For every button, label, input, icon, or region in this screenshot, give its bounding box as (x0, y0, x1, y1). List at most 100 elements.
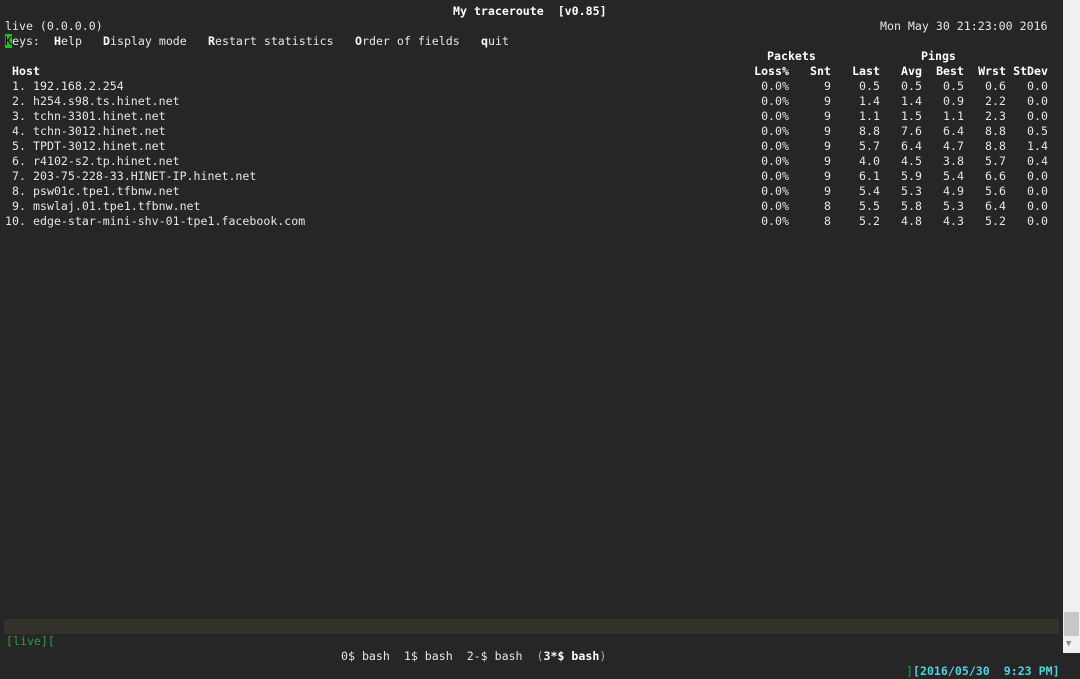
active-window[interactable]: 3*$ bash (543, 649, 599, 663)
column-header-loss-pct[interactable]: Loss% (754, 64, 789, 79)
column-header-last[interactable]: Last (852, 64, 880, 79)
hop-stat-last: 6.1 (859, 169, 880, 183)
hop-number: 4. (12, 124, 26, 138)
keys-label: eys: (11, 34, 40, 48)
key-label: uit (487, 34, 509, 48)
hop-stat-wrst: 5.7 (985, 154, 1006, 168)
hop-host[interactable]: TPDT-3012.hinet.net (33, 139, 166, 154)
scrollbar-thumb[interactable] (1064, 612, 1079, 636)
key-letter: H (54, 34, 61, 48)
hop-stat-loss-pct: 0.0% (761, 139, 789, 153)
column-header-wrst[interactable]: Wrst (978, 64, 1006, 79)
scroll-down-arrow-icon[interactable]: ▼ (1066, 639, 1071, 649)
key-letter: D (103, 34, 110, 48)
hop-host[interactable]: psw01c.tpe1.tfbnw.net (33, 184, 180, 199)
column-header-best[interactable]: Best (936, 64, 964, 79)
hop-host[interactable]: h254.s98.ts.hinet.net (33, 94, 180, 109)
hop-stat-avg: 5.3 (901, 184, 922, 198)
hop-stat-loss-pct: 0.0% (761, 154, 789, 168)
key-letter: R (208, 34, 215, 48)
hop-stat-best: 6.4 (943, 124, 964, 138)
key-h[interactable]: Help (54, 34, 82, 49)
hop-stat-last: 1.4 (859, 94, 880, 108)
session-name[interactable]: [live][ (6, 634, 55, 649)
hop-stat-wrst: 5.6 (985, 184, 1006, 198)
hop-stat-stdev: 0.5 (1027, 124, 1048, 138)
hop-stat-best: 5.4 (943, 169, 964, 183)
hop-host[interactable]: r4102-s2.tp.hinet.net (33, 154, 180, 169)
hop-stat-avg: 4.8 (901, 214, 922, 228)
hop-stat-snt: 8 (824, 214, 831, 228)
hop-stat-snt: 9 (824, 109, 831, 123)
key-o[interactable]: Order of fields (355, 34, 460, 49)
hop-stat-stdev: 1.4 (1027, 139, 1048, 153)
hop-host[interactable]: 192.168.2.254 (33, 79, 124, 94)
host-header: Host (12, 64, 40, 78)
hop-number: 1. (12, 79, 26, 93)
column-header-avg[interactable]: Avg (901, 64, 922, 79)
pings-header: Pings (921, 49, 956, 63)
hop-stat-snt: 9 (824, 184, 831, 198)
hop-stat-wrst: 2.2 (985, 94, 1006, 108)
key-label: estart statistics (214, 34, 334, 48)
hop-stat-wrst: 6.6 (985, 169, 1006, 183)
key-q[interactable]: quit (481, 34, 509, 49)
hop-number: 6. (12, 154, 26, 168)
key-r[interactable]: Restart statistics (208, 34, 334, 49)
hop-number: 5. (12, 139, 26, 153)
hop-stat-stdev: 0.0 (1027, 184, 1048, 198)
hop-host[interactable]: tchn-3012.hinet.net (33, 124, 166, 139)
hop-stat-last: 1.1 (859, 109, 880, 123)
hop-stat-last: 5.7 (859, 139, 880, 153)
window-tab[interactable]: 2-$ bash (467, 649, 523, 663)
hop-stat-last: 4.0 (859, 154, 880, 168)
hop-host[interactable]: edge-star-mini-shv-01-tpe1.facebook.com (33, 214, 305, 229)
hop-host[interactable]: tchn-3301.hinet.net (33, 109, 166, 124)
hop-host[interactable]: mswlaj.01.tpe1.tfbnw.net (33, 199, 201, 214)
clock: ][2016/05/30 9:23 PM] (906, 664, 1060, 678)
hop-number: 10. (5, 214, 26, 228)
hop-stat-loss-pct: 0.0% (761, 79, 789, 93)
hop-stat-loss-pct: 0.0% (761, 199, 789, 213)
hop-number: 2. (12, 94, 26, 108)
hop-stat-stdev: 0.0 (1027, 94, 1048, 108)
hop-stat-best: 5.3 (943, 199, 964, 213)
hop-stat-last: 0.5 (859, 79, 880, 93)
hop-stat-snt: 9 (824, 139, 831, 153)
hop-stat-best: 4.9 (943, 184, 964, 198)
tmux-status-bar: [live][ 0$ bash 1$ bash 2-$ bash (3*$ ba… (4, 619, 1060, 678)
key-letter: q (481, 34, 488, 48)
hop-number: 8. (12, 184, 26, 198)
key-label: elp (60, 34, 82, 48)
key-label: isplay mode (109, 34, 187, 48)
hop-stat-best: 0.5 (943, 79, 964, 93)
window-tab[interactable]: 0$ bash (341, 649, 390, 663)
keys-bar: Keys: (5, 34, 40, 49)
hop-stat-best: 4.3 (943, 214, 964, 228)
hop-number: 3. (12, 109, 26, 123)
hop-stat-stdev: 0.0 (1027, 79, 1048, 93)
key-d[interactable]: Display mode (103, 34, 187, 49)
hop-stat-loss-pct: 0.0% (761, 169, 789, 183)
datetime: Mon May 30 21:23:00 2016 (880, 19, 1048, 33)
hop-stat-best: 4.7 (943, 139, 964, 153)
column-header-stdev[interactable]: StDev (1013, 64, 1048, 79)
hop-stat-stdev: 0.0 (1027, 169, 1048, 183)
hop-stat-snt: 8 (824, 199, 831, 213)
hop-host[interactable]: 203-75-228-33.HINET-IP.hinet.net (33, 169, 256, 184)
hop-stat-last: 5.2 (859, 214, 880, 228)
packets-header: Packets (767, 49, 816, 63)
hop-stat-avg: 6.4 (901, 139, 922, 153)
hop-stat-wrst: 5.2 (985, 214, 1006, 228)
window-tab[interactable]: 1$ bash (404, 649, 453, 663)
hop-number: 7. (12, 169, 26, 183)
hop-stat-loss-pct: 0.0% (761, 214, 789, 228)
hop-stat-avg: 5.9 (901, 169, 922, 183)
window-title: My traceroute [v0.85] (453, 4, 607, 18)
column-header-snt[interactable]: Snt (810, 64, 831, 79)
hop-number: 9. (12, 199, 26, 213)
source-address: live (0.0.0.0) (5, 19, 103, 33)
hop-stat-last: 5.5 (859, 199, 880, 213)
hop-stat-wrst: 6.4 (985, 199, 1006, 213)
scrollbar[interactable] (1063, 0, 1080, 653)
